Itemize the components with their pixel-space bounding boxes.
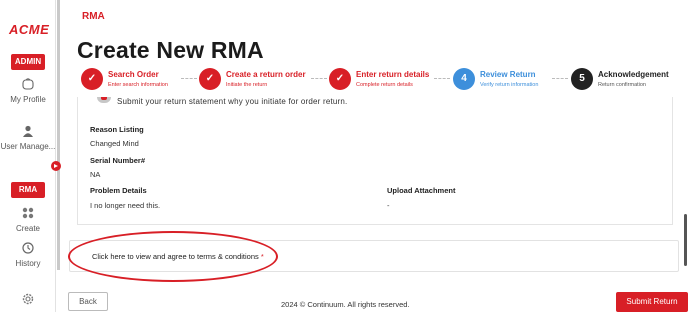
upload-attachment-value: - [387, 201, 390, 210]
sidebar-scrollbar[interactable] [57, 0, 60, 270]
reason-listing-label: Reason Listing [90, 125, 144, 134]
sidebar-item-create[interactable]: Create [0, 206, 56, 235]
step-connector [311, 78, 327, 79]
step-title: Review Return [480, 70, 536, 79]
step-number: 4 [453, 68, 475, 90]
step-subtitle: Enter search information [108, 82, 168, 88]
step-number: 5 [571, 68, 593, 90]
step-subtitle: Verify return information [480, 82, 539, 88]
sidebar-item-label: Create [15, 224, 40, 233]
terms-box: Click here to view and agree to terms & … [69, 240, 679, 272]
step-subtitle: Initiate the return [226, 82, 268, 88]
reason-listing-value: Changed Mind [90, 139, 139, 148]
rma-badge[interactable]: RMA [11, 182, 45, 198]
check-icon: ✓ [199, 68, 221, 90]
step-title: Create a return order [226, 70, 306, 79]
step-title: Acknowledgement [598, 70, 669, 79]
step-connector [552, 78, 568, 79]
sidebar-item-my-profile[interactable]: My Profile [0, 77, 56, 106]
back-button[interactable]: Back [68, 292, 108, 311]
review-card: Submit your return statement why you ini… [77, 97, 673, 225]
sidebar-item-settings[interactable] [0, 292, 56, 309]
step-subtitle: Complete return details [356, 82, 413, 88]
step-connector [181, 78, 197, 79]
sidebar-collapse-toggle[interactable] [51, 161, 61, 171]
user-circle-icon [22, 78, 34, 90]
sidebar-item-label: History [15, 259, 41, 268]
footer-copyright: 2024 © Continuum. All rights reserved. [281, 300, 410, 309]
upload-attachment-label: Upload Attachment [387, 186, 456, 195]
history-icon [22, 242, 34, 254]
check-icon: ✓ [81, 68, 103, 90]
gear-icon [22, 293, 34, 305]
check-icon: ✓ [329, 68, 351, 90]
main-scrollbar[interactable] [684, 214, 687, 266]
serial-number-label: Serial Number# [90, 156, 146, 165]
acme-logo[interactable]: ACME [9, 22, 49, 37]
admin-badge[interactable]: ADMIN [11, 54, 45, 70]
card-subtitle: Submit your return statement why you ini… [117, 97, 348, 106]
submit-return-button[interactable]: Submit Return [616, 292, 688, 312]
step-connector [434, 78, 450, 79]
problem-details-label: Problem Details [90, 186, 147, 195]
step-subtitle: Return confirmation [598, 82, 646, 88]
sidebar-item-label: User Manage... [0, 142, 56, 151]
users-icon [23, 125, 33, 137]
sidebar-item-label: My Profile [10, 95, 46, 104]
problem-details-value: I no longer need this. [90, 201, 161, 210]
sidebar-item-user-management[interactable]: User Manage... [0, 124, 56, 153]
terms-link-text[interactable]: Click here to view and agree to terms & … [92, 252, 259, 261]
step-title: Enter return details [356, 70, 430, 79]
grid-icon [22, 207, 34, 219]
return-statement-icon [97, 97, 111, 103]
required-mark: * [260, 252, 264, 261]
serial-number-value: NA [90, 170, 101, 179]
breadcrumb[interactable]: RMA [82, 11, 105, 22]
step-title: Search Order [108, 70, 159, 79]
sidebar-item-history[interactable]: History [0, 241, 56, 270]
page-title: Create New RMA [77, 37, 264, 63]
terms-link[interactable]: Click here to view and agree to terms & … [92, 252, 264, 261]
sidebar: ACME ADMIN My Profile User Manage... RMA… [0, 0, 56, 312]
